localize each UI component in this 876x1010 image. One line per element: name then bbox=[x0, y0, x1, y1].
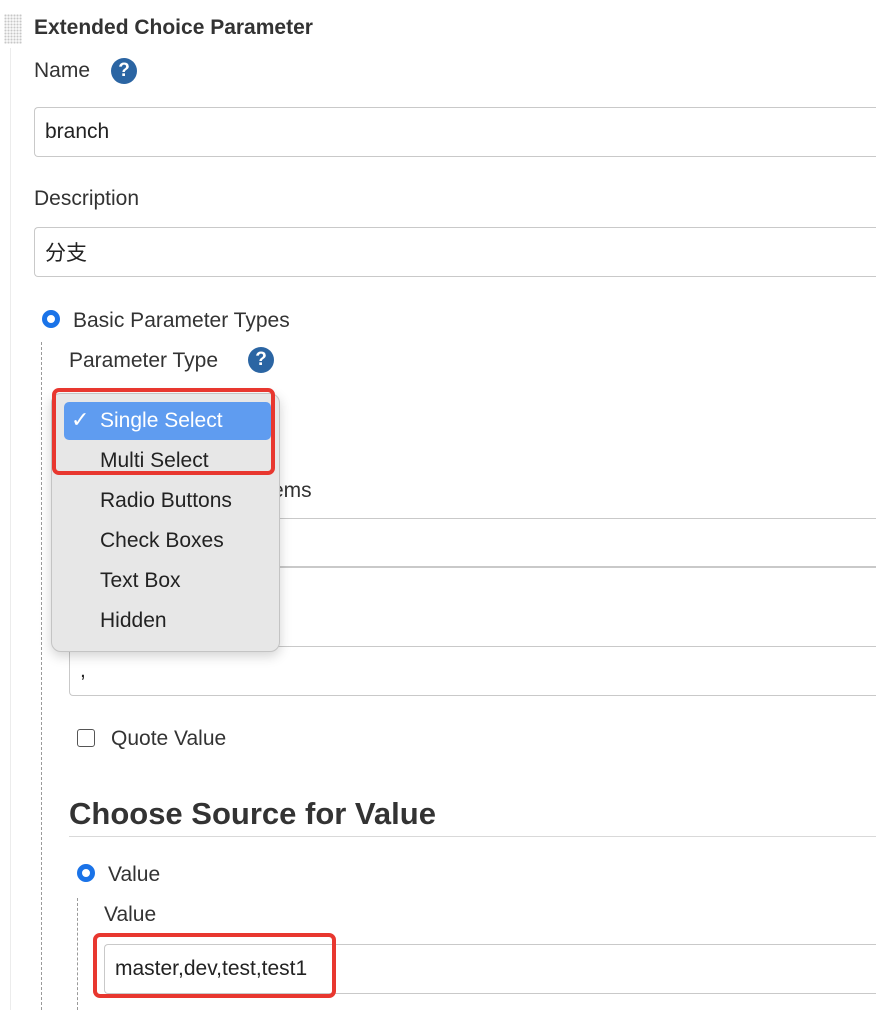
value-label: Value bbox=[104, 903, 157, 926]
description-label: Description bbox=[34, 187, 140, 210]
quote-value-label: Quote Value bbox=[111, 727, 227, 750]
option-text-box[interactable]: Text Box bbox=[64, 562, 271, 600]
option-hidden[interactable]: Hidden bbox=[64, 602, 271, 640]
name-help-icon[interactable]: ? bbox=[111, 58, 137, 84]
drag-handle-icon[interactable] bbox=[4, 14, 22, 44]
choose-source-heading: Choose Source for Value bbox=[69, 796, 436, 831]
parameter-type-label: Parameter Type bbox=[69, 349, 219, 372]
option-label: Check Boxes bbox=[100, 529, 224, 552]
basic-parameter-types-label: Basic Parameter Types bbox=[73, 309, 290, 332]
value-dashed-line bbox=[77, 898, 78, 1010]
name-input-value: branch bbox=[45, 120, 110, 143]
quote-value-checkbox[interactable] bbox=[77, 729, 95, 747]
dropdown-highlight-box bbox=[52, 388, 275, 475]
basic-params-dashed-line bbox=[41, 342, 42, 1010]
parameter-type-help-icon[interactable]: ? bbox=[248, 347, 274, 373]
option-label: Text Box bbox=[100, 569, 181, 592]
value-source-label: Value bbox=[108, 863, 161, 886]
visible-items-input[interactable] bbox=[260, 518, 876, 568]
name-input[interactable]: branch bbox=[34, 107, 876, 157]
option-label: Hidden bbox=[100, 609, 167, 632]
section-title: Extended Choice Parameter bbox=[34, 16, 313, 39]
value-source-radio[interactable] bbox=[77, 864, 95, 882]
option-radio-buttons[interactable]: Radio Buttons bbox=[64, 482, 271, 520]
heading-divider bbox=[69, 836, 876, 837]
basic-parameter-types-radio[interactable] bbox=[42, 310, 60, 328]
value-highlight-box bbox=[93, 933, 336, 998]
section-border bbox=[10, 48, 11, 1010]
delimiter-input-value: , bbox=[80, 659, 86, 682]
description-input[interactable]: 分支 bbox=[34, 227, 876, 277]
input-divider bbox=[260, 566, 876, 567]
description-input-value: 分支 bbox=[45, 242, 87, 265]
name-label: Name bbox=[34, 59, 91, 82]
option-label: Radio Buttons bbox=[100, 489, 232, 512]
delimiter-input[interactable]: , bbox=[69, 646, 876, 696]
option-check-boxes[interactable]: Check Boxes bbox=[64, 522, 271, 560]
